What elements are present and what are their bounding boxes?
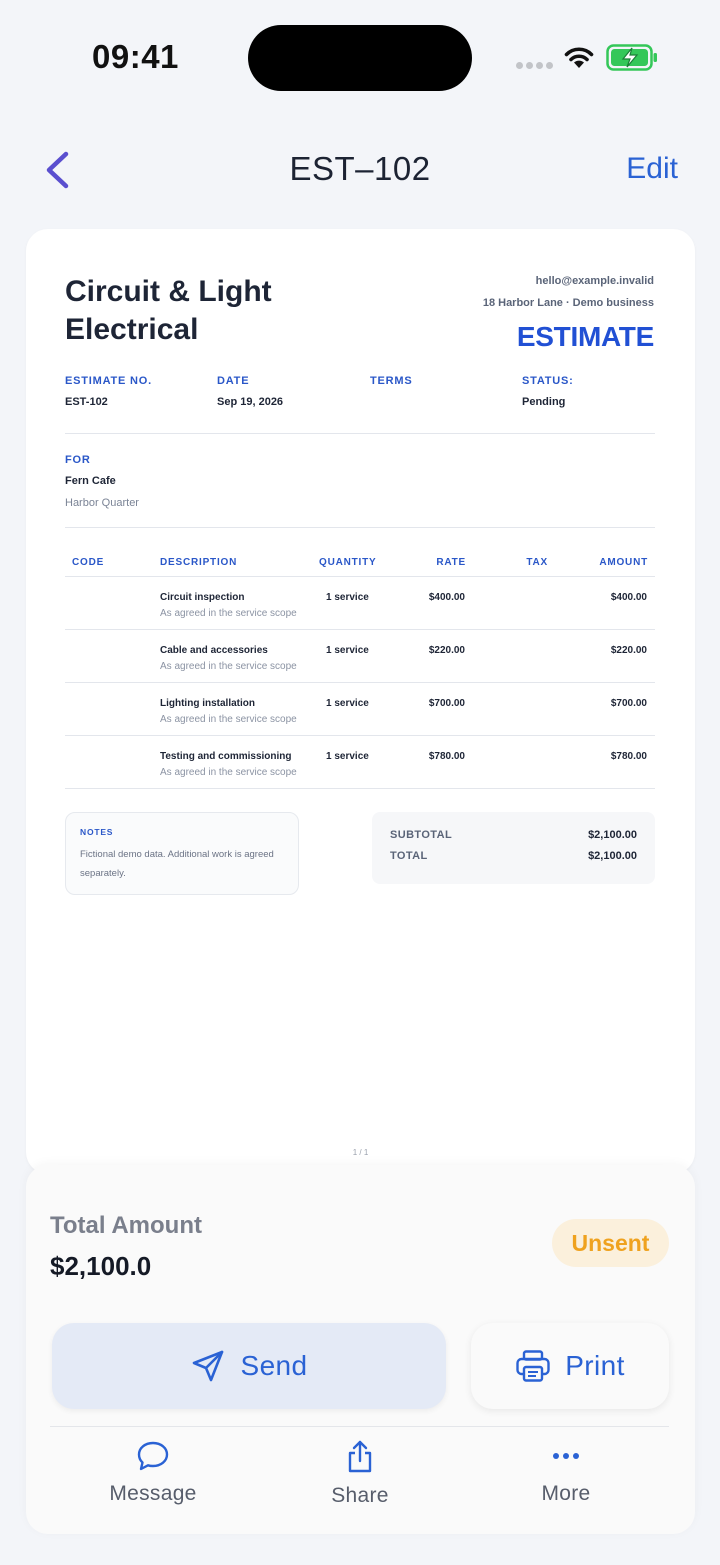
table-row: Lighting installation As agreed in the s… — [65, 683, 655, 736]
share-icon — [348, 1440, 372, 1473]
business-name: Circuit & Light Electrical — [65, 275, 272, 346]
meta-label: STATUS: — [522, 375, 574, 387]
item-quantity: 1 service — [326, 751, 369, 762]
send-button[interactable]: Send — [52, 1323, 446, 1409]
item-quantity: 1 service — [326, 645, 369, 656]
business-contact: hello@example.invalid 18 Harbor Lane · D… — [483, 270, 654, 314]
column-header-amount: AMOUNT — [599, 557, 648, 568]
item-name: Cable and accessories — [160, 645, 268, 656]
item-description: As agreed in the service scope — [160, 608, 297, 619]
divider — [65, 527, 655, 528]
column-header-quantity: QUANTITY — [319, 557, 377, 568]
more-action[interactable]: More — [496, 1440, 636, 1506]
notes-label: NOTES — [80, 827, 114, 837]
print-button[interactable]: Print — [471, 1323, 669, 1409]
print-label: Print — [565, 1350, 625, 1381]
cellular-signal-icon — [516, 62, 553, 69]
subtotal-label: SUBTOTAL — [390, 829, 453, 841]
more-label: More — [541, 1482, 591, 1505]
item-quantity: 1 service — [326, 592, 369, 603]
item-rate: $780.00 — [428, 751, 465, 762]
meta-value: Sep 19, 2026 — [217, 396, 284, 408]
send-label: Send — [240, 1350, 308, 1381]
battery-icon — [606, 44, 657, 71]
more-icon — [553, 1453, 579, 1459]
totals-box: SUBTOTAL $2,100.00 TOTAL $2,100.00 — [372, 812, 655, 884]
item-rate: $220.00 — [428, 645, 465, 656]
meta-estimate-no: ESTIMATE NO. EST-102 — [65, 375, 152, 408]
status-badge: Unsent — [552, 1219, 669, 1267]
meta-status: STATUS: Pending — [522, 375, 574, 408]
meta-label: DATE — [217, 375, 250, 387]
item-amount: $220.00 — [610, 645, 647, 656]
page-title: EST–102 — [289, 150, 431, 187]
meta-label: ESTIMATE NO. — [65, 375, 153, 387]
message-icon — [137, 1441, 169, 1471]
total-row: TOTAL $2,100.00 — [390, 850, 637, 862]
meta-label: TERMS — [370, 375, 413, 387]
notes-box: NOTES Fictional demo data. Additional wo… — [65, 812, 299, 895]
item-name: Lighting installation — [160, 698, 255, 709]
table-row: Testing and commissioning As agreed in t… — [65, 736, 655, 789]
meta-value: EST-102 — [65, 396, 108, 408]
share-label: Share — [331, 1484, 389, 1507]
edit-button[interactable]: Edit — [626, 152, 678, 186]
document-type: ESTIMATE — [516, 321, 654, 352]
for-label: FOR — [65, 454, 91, 466]
divider — [65, 433, 655, 434]
column-header-tax: TAX — [526, 557, 548, 568]
total-value: $2,100.00 — [588, 850, 637, 862]
send-icon — [192, 1350, 223, 1382]
item-rate: $400.00 — [428, 592, 465, 603]
business-email: hello@example.invalid — [535, 275, 654, 287]
item-quantity: 1 service — [326, 698, 369, 709]
screen: 09:41 EST–102 Edit Circuit & Light Elect… — [0, 0, 720, 1565]
wifi-icon — [564, 47, 594, 68]
item-amount: $400.00 — [610, 592, 647, 603]
message-label: Message — [109, 1482, 197, 1505]
printer-icon — [516, 1350, 550, 1382]
client-address: Harbor Quarter — [65, 497, 139, 509]
item-amount: $700.00 — [610, 698, 647, 709]
item-name: Testing and commissioning — [160, 751, 292, 762]
divider — [50, 1426, 669, 1427]
subtotal-row: SUBTOTAL $2,100.00 — [390, 829, 637, 841]
item-description: As agreed in the service scope — [160, 767, 297, 778]
item-description: As agreed in the service scope — [160, 661, 297, 672]
total-label: TOTAL — [390, 850, 428, 862]
meta-value: Pending — [522, 396, 566, 408]
status-time: 09:41 — [92, 38, 179, 75]
meta-date: DATE Sep 19, 2026 — [217, 375, 283, 408]
subtotal-value: $2,100.00 — [588, 829, 637, 841]
dynamic-island — [248, 25, 472, 91]
column-header-code: CODE — [72, 557, 105, 568]
client-name: Fern Cafe — [65, 475, 116, 487]
total-amount-value: $2,100.0 — [50, 1251, 152, 1281]
notes-text: Fictional demo data. Additional work is … — [80, 849, 274, 879]
page-indicator: 1 / 1 — [352, 1148, 369, 1157]
action-sheet: Total Amount $2,100.0 Unsent Send Print — [26, 1165, 695, 1534]
table-row: Circuit inspection As agreed in the serv… — [65, 577, 655, 630]
business-address: 18 Harbor Lane · Demo business — [482, 297, 654, 309]
item-amount: $780.00 — [610, 751, 647, 762]
meta-terms: TERMS — [370, 375, 413, 396]
item-description: As agreed in the service scope — [160, 714, 297, 725]
column-header-description: DESCRIPTION — [160, 557, 238, 568]
column-header-rate: RATE — [436, 557, 466, 568]
item-name: Circuit inspection — [160, 592, 245, 603]
item-rate: $700.00 — [428, 698, 465, 709]
total-amount-label: Total Amount — [50, 1212, 202, 1239]
estimate-document[interactable]: Circuit & Light Electrical hello@example… — [26, 229, 695, 1174]
table-row: Cable and accessories As agreed in the s… — [65, 630, 655, 683]
message-action[interactable]: Message — [83, 1440, 223, 1506]
share-action[interactable]: Share — [290, 1440, 430, 1508]
